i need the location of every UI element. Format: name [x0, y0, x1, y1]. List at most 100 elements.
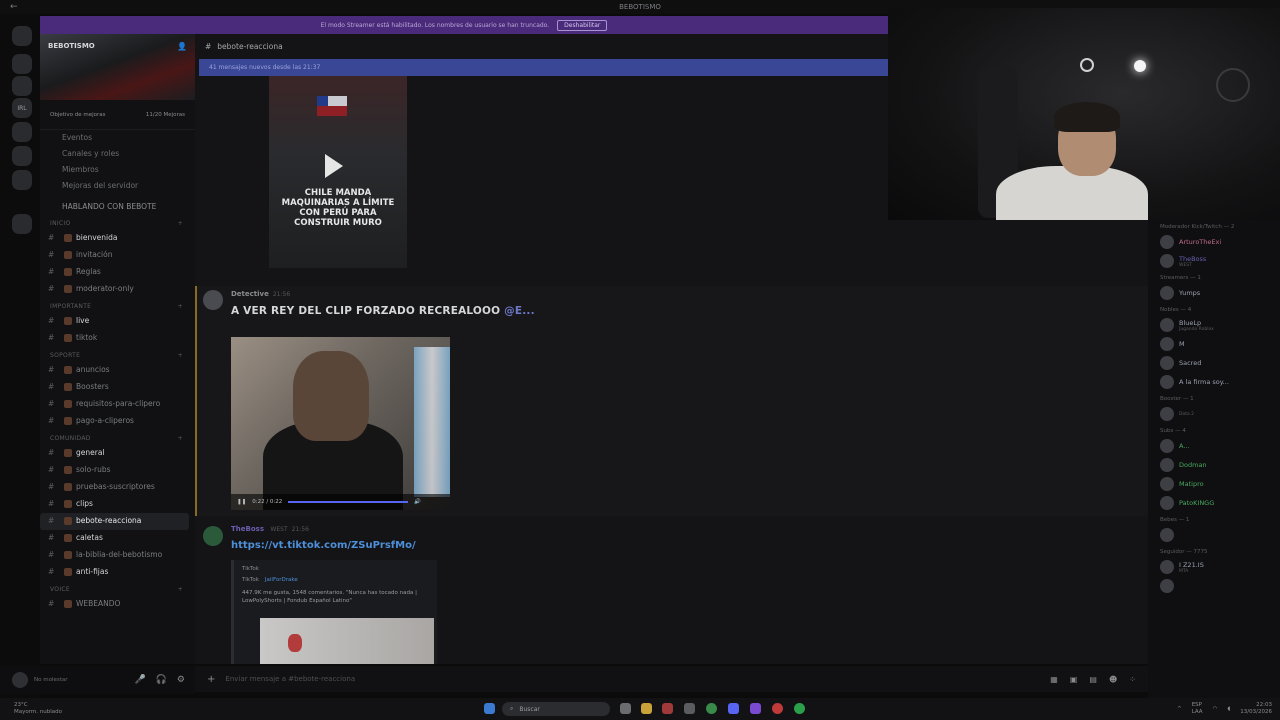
server-name[interactable]: BEBOTISMO	[48, 42, 95, 50]
avatar[interactable]	[1160, 235, 1174, 249]
member-item[interactable]: BlueLp Jugando Roblox	[1148, 316, 1280, 335]
grid-icon[interactable]: ⁘	[1129, 675, 1136, 684]
member-item[interactable]: Dota 2	[1148, 405, 1280, 424]
channel-item[interactable]: # Boosters	[40, 379, 195, 396]
member-item[interactable]: I Z21.IS MTA	[1148, 558, 1280, 577]
channel-item[interactable]: # pago-a-cliperos	[40, 413, 195, 430]
channel-item[interactable]: # live	[40, 313, 195, 330]
embed-thumbnail[interactable]	[260, 618, 434, 664]
channel-item[interactable]: # caletas	[40, 530, 195, 547]
avatar[interactable]	[12, 672, 28, 688]
emoji-icon[interactable]: ☻	[1109, 675, 1117, 684]
member-item[interactable]: Matipro	[1148, 475, 1280, 494]
server-icon[interactable]	[12, 122, 32, 142]
member-item[interactable]: A la firma soy...	[1148, 373, 1280, 392]
apps-icon[interactable]: ▦	[1050, 675, 1058, 684]
channel-item[interactable]: # general	[40, 445, 195, 462]
avatar[interactable]	[1160, 439, 1174, 453]
server-icon[interactable]	[12, 76, 32, 96]
add-channel-icon[interactable]: +	[178, 352, 183, 359]
channel-item[interactable]: # tiktok	[40, 330, 195, 347]
server-icon[interactable]	[12, 54, 32, 74]
channel-item[interactable]: # invitación	[40, 247, 195, 264]
member-item[interactable]	[1148, 526, 1280, 545]
server-icon[interactable]	[12, 146, 32, 166]
channel-category[interactable]: INICIO +	[40, 215, 195, 230]
wifi-icon[interactable]: ◠	[1213, 706, 1218, 713]
gear-icon[interactable]: ⚙	[177, 675, 185, 685]
task-view-icon[interactable]	[620, 703, 631, 714]
member-item[interactable]: ArturoTheExi	[1148, 233, 1280, 252]
avatar[interactable]	[1160, 496, 1174, 510]
channel-item[interactable]: # bienvenida	[40, 230, 195, 247]
channel-category[interactable]: SOPORTE +	[40, 347, 195, 362]
boost-progress[interactable]: Objetivo de mejoras 11/20 Mejoras	[40, 100, 195, 130]
sidebar-nav-item[interactable]: Mejoras del servidor	[40, 178, 195, 194]
member-item[interactable]: Dodman	[1148, 456, 1280, 475]
avatar[interactable]	[1160, 318, 1174, 332]
avatar[interactable]	[203, 526, 223, 546]
message-author[interactable]: Detective 21:56	[231, 290, 290, 298]
video-attachment[interactable]: CHILE MANDA MAQUINARIAS A LÍMITE CON PER…	[269, 76, 407, 268]
user-mention[interactable]: @E...	[504, 305, 535, 317]
channel-item[interactable]: # bebote-reacciona	[40, 513, 189, 530]
store-icon[interactable]	[684, 703, 695, 714]
avatar[interactable]	[1160, 356, 1174, 370]
windows-start-icon[interactable]	[484, 703, 495, 714]
video-attachment[interactable]: ❚❚ 0:22 / 0:22 🔊	[231, 337, 450, 510]
obs-icon[interactable]	[772, 703, 783, 714]
avatar[interactable]	[1160, 407, 1174, 421]
avatar[interactable]	[1160, 286, 1174, 300]
volume-icon[interactable]: 🔊	[414, 499, 421, 505]
discord-icon[interactable]	[728, 703, 739, 714]
add-channel-icon[interactable]: +	[178, 220, 183, 227]
twitch-icon[interactable]	[750, 703, 761, 714]
new-messages-bar[interactable]: 41 mensajes nuevos desde las 21:37	[199, 59, 888, 76]
talking-channel[interactable]: HABLANDO CON BEBOTE	[40, 194, 195, 215]
message-link[interactable]: https://vt.tiktok.com/ZSuPrsfMo/	[231, 540, 416, 551]
avatar[interactable]	[1160, 560, 1174, 574]
member-item[interactable]: Sacred	[1148, 354, 1280, 373]
gift-icon[interactable]: ▣	[1070, 675, 1078, 684]
channel-item[interactable]: # solo-rubs	[40, 462, 195, 479]
message-author[interactable]: TheBoss WEST 21:56	[231, 525, 309, 533]
avatar[interactable]	[1160, 477, 1174, 491]
member-item[interactable]: TheBoss WEST	[1148, 252, 1280, 271]
volume-icon[interactable]: ◖	[1227, 706, 1230, 713]
channel-item[interactable]: # requisitos-para-clipero	[40, 396, 195, 413]
add-attachment-icon[interactable]: +	[207, 674, 215, 685]
file-explorer-icon[interactable]	[641, 703, 652, 714]
channel-category[interactable]: COMUNIDAD +	[40, 430, 195, 445]
channel-item[interactable]: # WEBEANDO	[40, 596, 195, 613]
server-header[interactable]: BEBOTISMO 👤	[40, 34, 195, 100]
add-channel-icon[interactable]: +	[178, 435, 183, 442]
clock[interactable]: 22:03 13/03/2026	[1240, 702, 1272, 716]
video-progress-bar[interactable]	[288, 501, 409, 503]
channel-item[interactable]: # pruebas-suscriptores	[40, 479, 195, 496]
sidebar-nav-item[interactable]: Canales y roles	[40, 146, 195, 162]
microphone-icon[interactable]: 🎤	[134, 675, 145, 685]
member-item[interactable]: A...	[1148, 437, 1280, 456]
avatar[interactable]	[1160, 458, 1174, 472]
avatar[interactable]	[1160, 337, 1174, 351]
language-indicator[interactable]: ESP LAA	[1192, 702, 1203, 716]
channel-item[interactable]: # anuncios	[40, 362, 195, 379]
channel-item[interactable]: # moderator-only	[40, 281, 195, 298]
chevron-up-icon[interactable]: ^	[1177, 706, 1182, 713]
member-item[interactable]	[1148, 577, 1280, 596]
add-channel-icon[interactable]: +	[178, 303, 183, 310]
sticker-icon[interactable]: ▤	[1089, 675, 1097, 684]
disable-streamer-button[interactable]: Deshabilitar	[557, 19, 608, 31]
server-icon[interactable]	[12, 170, 32, 190]
avatar[interactable]	[1160, 528, 1174, 542]
add-member-icon[interactable]: 👤	[177, 42, 187, 51]
back-arrow-icon[interactable]: ←	[10, 2, 18, 12]
channel-item[interactable]: # anti-fijas	[40, 564, 195, 581]
server-icon[interactable]	[12, 26, 32, 46]
channel-item[interactable]: # Reglas	[40, 264, 195, 281]
video-controls[interactable]: ❚❚ 0:22 / 0:22 🔊	[231, 494, 450, 510]
sidebar-nav-item[interactable]: Eventos	[40, 130, 195, 146]
avatar[interactable]	[1160, 375, 1174, 389]
avatar[interactable]	[1160, 579, 1174, 593]
play-icon[interactable]	[325, 154, 343, 178]
